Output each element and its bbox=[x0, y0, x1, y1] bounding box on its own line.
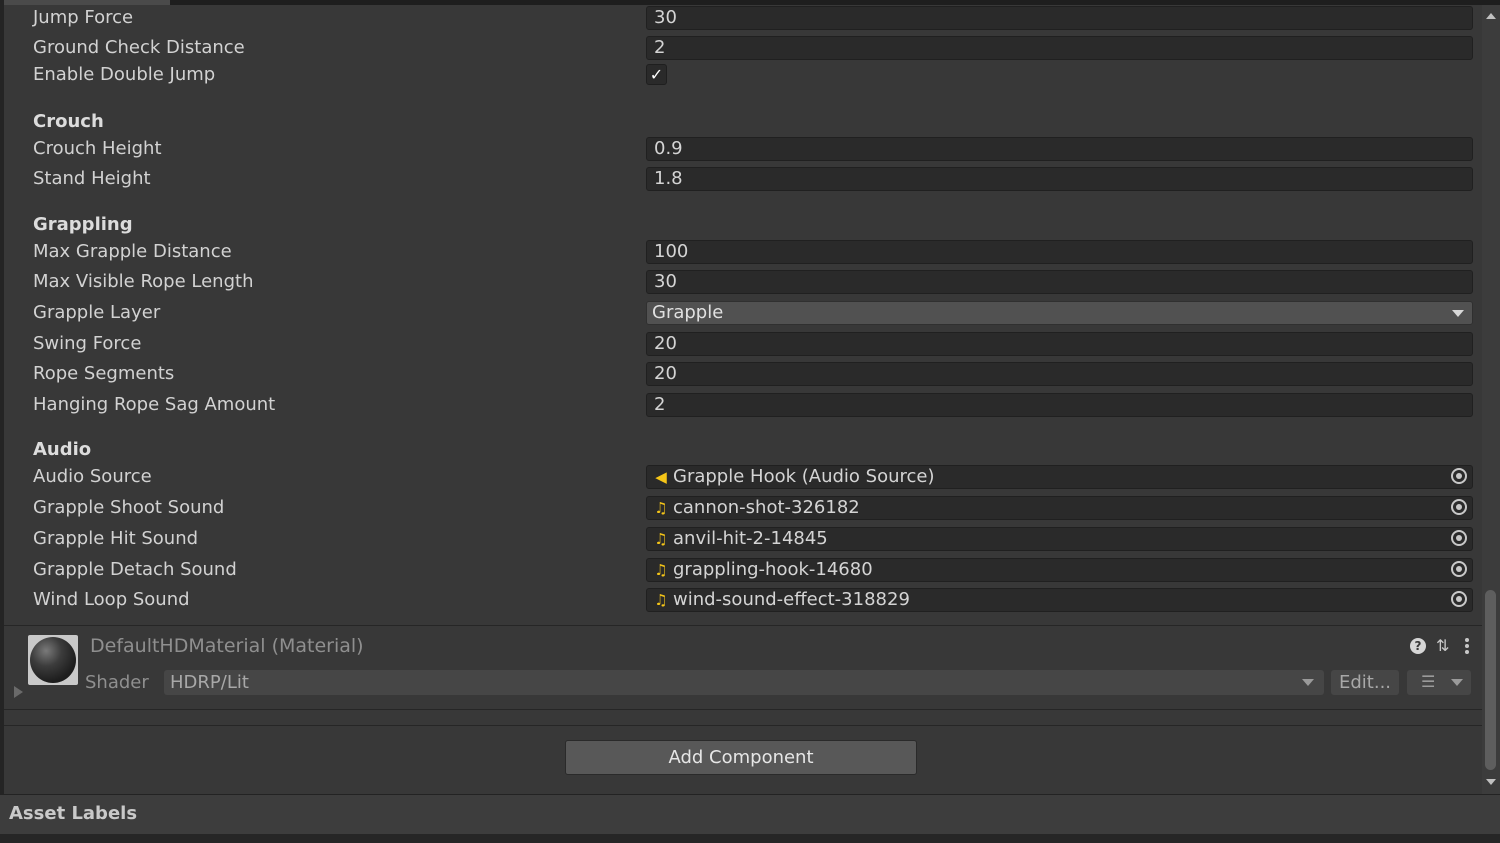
chevron-down-icon bbox=[1452, 310, 1464, 317]
enable-double-jump-label: Enable Double Jump bbox=[33, 64, 216, 85]
jump-force-label: Jump Force bbox=[33, 7, 134, 28]
audio-clip-icon: ♫ bbox=[654, 530, 668, 548]
grapple-layer-dropdown[interactable]: Grapple bbox=[646, 301, 1473, 325]
shader-dropdown[interactable]: HDRP/Lit bbox=[164, 670, 1324, 695]
shader-edit-button[interactable]: Edit... bbox=[1331, 670, 1399, 695]
grapple-layer-label: Grapple Layer bbox=[33, 302, 161, 323]
grapple-hit-sound-object-field[interactable]: ♫ anvil-hit-2-14845 bbox=[646, 527, 1473, 551]
property-row-hanging-rope-sag-amount: Hanging Rope Sag Amount 2 bbox=[0, 391, 1480, 419]
material-component: DefaultHDMaterial (Material) Shader HDRP… bbox=[4, 626, 1482, 708]
grapple-hit-sound-label: Grapple Hit Sound bbox=[33, 528, 199, 549]
audio-clip-icon: ♫ bbox=[654, 591, 668, 609]
chevron-down-icon bbox=[1302, 679, 1314, 686]
property-row-ground-check-distance: Ground Check Distance 2 bbox=[0, 34, 1480, 62]
grappling-section-header: Grappling bbox=[33, 214, 133, 235]
grapple-shoot-sound-label: Grapple Shoot Sound bbox=[33, 497, 225, 518]
shader-label: Shader bbox=[85, 672, 149, 693]
shader-options-button[interactable]: ☰ bbox=[1407, 670, 1471, 695]
property-row-stand-height: Stand Height 1.8 bbox=[0, 165, 1480, 193]
hanging-rope-sag-amount-field[interactable]: 2 bbox=[646, 393, 1473, 417]
more-options-icon[interactable] bbox=[1464, 636, 1470, 656]
property-row-crouch-height: Crouch Height 0.9 bbox=[0, 135, 1480, 163]
wind-loop-sound-object-field[interactable]: ♫ wind-sound-effect-318829 bbox=[646, 588, 1473, 612]
audio-source-value: Grapple Hook (Audio Source) bbox=[673, 466, 935, 487]
ground-check-distance-field[interactable]: 2 bbox=[646, 36, 1473, 60]
crouch-height-label: Crouch Height bbox=[33, 138, 162, 159]
property-row-swing-force: Swing Force 20 bbox=[0, 330, 1480, 358]
crouch-section-header: Crouch bbox=[33, 111, 104, 132]
ground-check-distance-label: Ground Check Distance bbox=[33, 37, 245, 58]
property-row-rope-segments: Rope Segments 20 bbox=[0, 360, 1480, 388]
grapple-detach-sound-label: Grapple Detach Sound bbox=[33, 559, 237, 580]
property-row-grapple-shoot-sound: Grapple Shoot Sound ♫ cannon-shot-326182 bbox=[0, 494, 1480, 522]
grapple-detach-sound-value: grappling-hook-14680 bbox=[673, 559, 873, 580]
material-title: DefaultHDMaterial (Material) bbox=[90, 635, 364, 657]
max-visible-rope-length-label: Max Visible Rope Length bbox=[33, 271, 254, 292]
left-edge bbox=[0, 0, 4, 843]
property-row-jump-force: Jump Force 30 bbox=[0, 4, 1480, 32]
scroll-down-arrow-icon[interactable] bbox=[1486, 779, 1496, 785]
presets-icon[interactable]: ⇅ bbox=[1436, 636, 1449, 656]
audio-source-label: Audio Source bbox=[33, 466, 152, 487]
grapple-layer-value: Grapple bbox=[652, 302, 724, 323]
foldout-arrow-icon[interactable] bbox=[14, 686, 23, 698]
component-header-icons: ? ⇅ bbox=[1408, 636, 1474, 658]
audio-source-object-field[interactable]: ◀ Grapple Hook (Audio Source) bbox=[646, 465, 1473, 489]
shader-value: HDRP/Lit bbox=[170, 672, 249, 693]
add-component-button[interactable]: Add Component bbox=[565, 740, 917, 775]
object-picker-icon[interactable] bbox=[1451, 530, 1467, 546]
material-sphere-icon bbox=[30, 637, 76, 683]
property-row-grapple-hit-sound: Grapple Hit Sound ♫ anvil-hit-2-14845 bbox=[0, 525, 1480, 553]
swing-force-label: Swing Force bbox=[33, 333, 142, 354]
chevron-down-icon bbox=[1451, 679, 1463, 686]
property-row-max-grapple-distance: Max Grapple Distance 100 bbox=[0, 238, 1480, 266]
scroll-up-arrow-icon[interactable] bbox=[1486, 13, 1496, 19]
stand-height-label: Stand Height bbox=[33, 168, 151, 189]
jump-force-field[interactable]: 30 bbox=[646, 6, 1473, 30]
scrollbar-thumb[interactable] bbox=[1485, 590, 1496, 770]
property-row-max-visible-rope-length: Max Visible Rope Length 30 bbox=[0, 268, 1480, 296]
material-preview-thumbnail[interactable] bbox=[28, 635, 78, 685]
object-picker-icon[interactable] bbox=[1451, 499, 1467, 515]
grapple-shoot-sound-object-field[interactable]: ♫ cannon-shot-326182 bbox=[646, 496, 1473, 520]
property-row-enable-double-jump: Enable Double Jump ✓ bbox=[0, 61, 1480, 89]
vertical-scrollbar[interactable] bbox=[1482, 5, 1500, 794]
hanging-rope-sag-amount-label: Hanging Rope Sag Amount bbox=[33, 394, 276, 415]
grapple-shoot-sound-value: cannon-shot-326182 bbox=[673, 497, 860, 518]
property-row-wind-loop-sound: Wind Loop Sound ♫ wind-sound-effect-3188… bbox=[0, 586, 1480, 614]
property-row-grapple-detach-sound: Grapple Detach Sound ♫ grappling-hook-14… bbox=[0, 556, 1480, 584]
grapple-hit-sound-value: anvil-hit-2-14845 bbox=[673, 528, 828, 549]
max-visible-rope-length-field[interactable]: 30 bbox=[646, 270, 1473, 294]
max-grapple-distance-field[interactable]: 100 bbox=[646, 240, 1473, 264]
divider bbox=[4, 709, 1482, 710]
asset-labels-title: Asset Labels bbox=[9, 803, 138, 824]
audio-section-header: Audio bbox=[33, 439, 92, 460]
object-picker-icon[interactable] bbox=[1451, 591, 1467, 607]
property-row-grapple-layer: Grapple Layer Grapple bbox=[0, 299, 1480, 327]
enable-double-jump-checkbox[interactable]: ✓ bbox=[646, 64, 667, 85]
audio-clip-icon: ♫ bbox=[654, 499, 668, 517]
max-grapple-distance-label: Max Grapple Distance bbox=[33, 241, 232, 262]
swing-force-field[interactable]: 20 bbox=[646, 332, 1473, 356]
audio-clip-icon: ♫ bbox=[654, 561, 668, 579]
object-picker-icon[interactable] bbox=[1451, 468, 1467, 484]
help-icon[interactable]: ? bbox=[1410, 638, 1426, 654]
asset-labels-bar[interactable]: Asset Labels bbox=[0, 794, 1500, 835]
wind-loop-sound-value: wind-sound-effect-318829 bbox=[673, 589, 910, 610]
bottom-strip bbox=[0, 834, 1500, 843]
rope-segments-label: Rope Segments bbox=[33, 363, 175, 384]
wind-loop-sound-label: Wind Loop Sound bbox=[33, 589, 190, 610]
object-picker-icon[interactable] bbox=[1451, 561, 1467, 577]
property-row-audio-source: Audio Source ◀ Grapple Hook (Audio Sourc… bbox=[0, 463, 1480, 491]
divider bbox=[4, 725, 1482, 726]
crouch-height-field[interactable]: 0.9 bbox=[646, 137, 1473, 161]
grapple-detach-sound-object-field[interactable]: ♫ grappling-hook-14680 bbox=[646, 558, 1473, 582]
list-icon: ☰ bbox=[1421, 672, 1436, 691]
rope-segments-field[interactable]: 20 bbox=[646, 362, 1473, 386]
stand-height-field[interactable]: 1.8 bbox=[646, 167, 1473, 191]
speaker-icon: ◀ bbox=[655, 468, 667, 486]
